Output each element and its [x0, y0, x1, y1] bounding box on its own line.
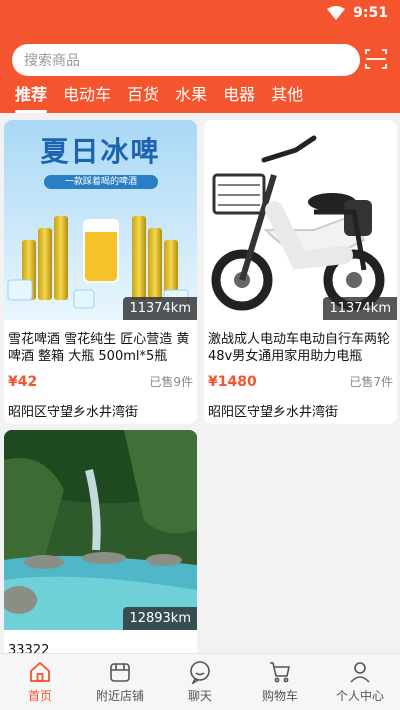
banner-title: 夏日冰啤: [40, 135, 161, 168]
header: 9:51 搜索商品 推荐 电动车 百货 水果 电器 其他: [0, 0, 400, 113]
product-card[interactable]: 夏日冰啤 一款踩着喝的啤酒 11374km 雪花啤酒 雪花纯生 匠心营造 黄啤酒…: [4, 120, 197, 424]
product-card[interactable]: 11374km 激战成人电动车电动自行车两轮48v男女通用家用助力电瓶 ¥148…: [204, 120, 397, 424]
tab-fruit[interactable]: 水果: [175, 84, 207, 113]
nav-label: 个人中心: [335, 689, 384, 703]
product-price: ¥1480: [208, 373, 257, 390]
product-location: 昭阳区守望乡水井湾街: [208, 405, 339, 420]
sold-count: 已售9件: [149, 375, 193, 389]
status-bar: 9:51: [0, 0, 400, 26]
tab-general-goods[interactable]: 百货: [127, 84, 159, 113]
product-price: ¥42: [8, 373, 38, 390]
product-title: 激战成人电动车电动自行车两轮48v男女通用家用助力电瓶: [208, 332, 391, 364]
product-title: 雪花啤酒 雪花纯生 匠心营造 黄啤酒 整箱 大瓶 500ml*5瓶: [8, 332, 190, 364]
category-tabs: 推荐 电动车 百货 水果 电器 其他: [0, 84, 319, 113]
nav-label: 附近店铺: [95, 689, 144, 703]
product-image: 夏日冰啤 一款踩着喝的啤酒 11374km: [4, 120, 197, 320]
banner-subtitle: 一款踩着喝的啤酒: [64, 177, 137, 187]
wifi-icon: [327, 6, 346, 20]
tab-appliances[interactable]: 电器: [223, 84, 255, 113]
scan-icon[interactable]: [364, 47, 388, 71]
product-image: 12893km: [4, 430, 197, 630]
product-title: 33322: [8, 643, 50, 653]
product-location: 昭阳区守望乡水井湾街: [8, 405, 139, 420]
tab-recommend[interactable]: 推荐: [15, 84, 48, 113]
bottom-nav: 首页 附近店铺 聊天 购物车 个人中心: [0, 653, 400, 710]
nav-cart[interactable]: 购物车: [240, 654, 320, 710]
shop-icon: [110, 663, 130, 682]
price-row: ¥42 已售9件: [4, 365, 197, 391]
nav-label: 聊天: [187, 689, 212, 703]
nav-label: 购物车: [261, 689, 298, 703]
distance-badge: 11374km: [123, 297, 197, 320]
chat-icon: [190, 661, 210, 684]
search-input[interactable]: 搜索商品: [12, 44, 360, 76]
tab-ebike[interactable]: 电动车: [63, 84, 111, 113]
nav-nearby-stores[interactable]: 附近店铺: [80, 654, 160, 710]
price-row: ¥1480 已售7件: [204, 365, 397, 391]
tab-other[interactable]: 其他: [271, 84, 303, 113]
product-card[interactable]: 12893km 33322: [4, 430, 197, 653]
status-time: 9:51: [353, 5, 388, 21]
home-icon: [30, 661, 50, 682]
sold-count: 已售7件: [349, 375, 393, 389]
distance-badge: 12893km: [123, 607, 197, 630]
distance-badge: 11374km: [323, 297, 397, 320]
product-grid: 夏日冰啤 一款踩着喝的啤酒 11374km 雪花啤酒 雪花纯生 匠心营造 黄啤酒…: [0, 113, 400, 653]
nav-profile[interactable]: 个人中心: [320, 654, 400, 710]
product-image: 11374km: [204, 120, 397, 320]
user-icon: [350, 662, 370, 683]
nav-label: 首页: [27, 689, 52, 703]
nav-chat[interactable]: 聊天: [160, 654, 240, 710]
search-placeholder: 搜索商品: [24, 53, 80, 69]
cart-icon: [270, 662, 290, 683]
nav-home[interactable]: 首页: [0, 654, 80, 710]
search-row: 搜索商品: [12, 44, 388, 76]
